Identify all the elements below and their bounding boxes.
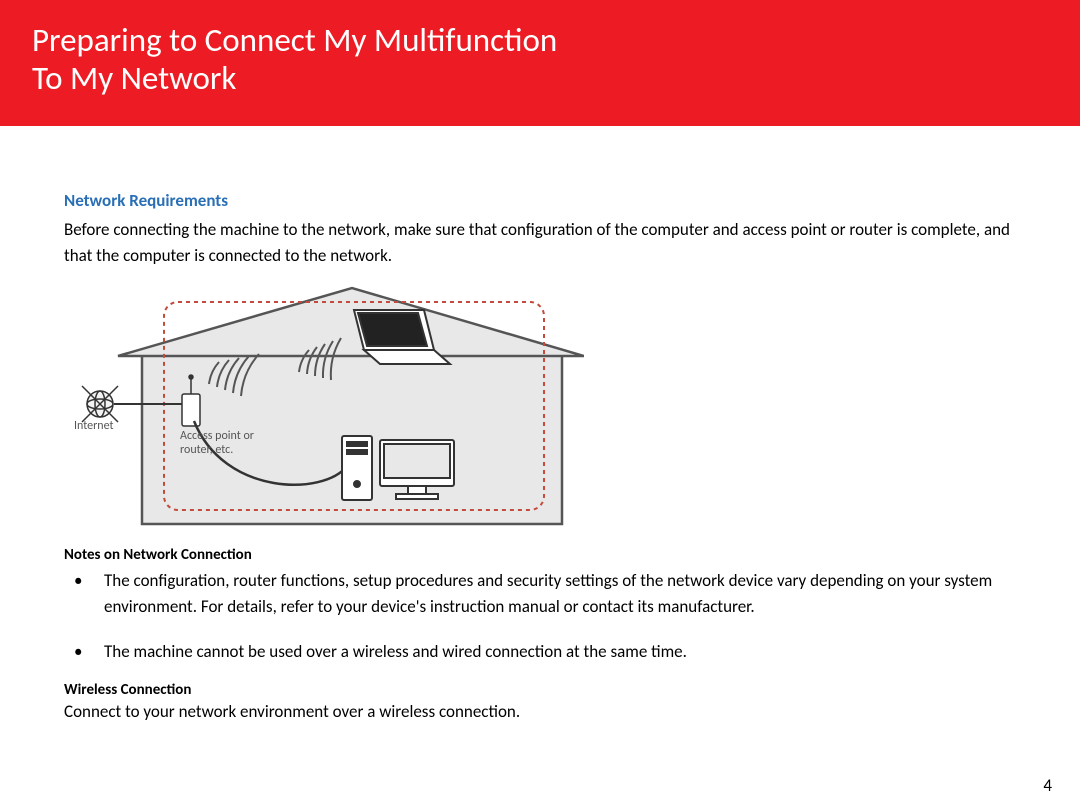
slide-body-area: Network Requirements Before connecting t… xyxy=(0,126,1080,810)
internet-icon xyxy=(82,386,118,422)
network-requirements-header: Network Requirements xyxy=(64,190,1040,211)
content-column: Network Requirements Before connecting t… xyxy=(64,190,1040,724)
intro-paragraph: Before connecting the machine to the net… xyxy=(64,217,1040,268)
note-item: The machine cannot be used over a wirele… xyxy=(64,639,1040,665)
network-diagram-wrap: Internet Access point or router, etc. xyxy=(64,286,1040,532)
access-point-label: Access point or router, etc. xyxy=(180,430,280,458)
slide-title: Preparing to Connect My Multifunction To… xyxy=(32,22,1048,98)
network-diagram-svg xyxy=(64,286,584,532)
page-number: 4 xyxy=(1043,775,1052,796)
desktop-tower-icon xyxy=(342,436,372,500)
notes-on-network-header: Notes on Network Connection xyxy=(64,546,1040,564)
network-diagram: Internet Access point or router, etc. xyxy=(64,286,584,532)
internet-label: Internet xyxy=(74,420,114,434)
slide-title-line1: Preparing to Connect My Multifunction xyxy=(32,22,1048,60)
note-item: The configuration, router functions, set… xyxy=(64,568,1040,619)
slide-title-line2: To My Network xyxy=(32,60,1048,98)
wireless-connection-text: Connect to your network environment over… xyxy=(64,699,1040,725)
wireless-connection-header: Wireless Connection xyxy=(64,681,1040,699)
slide-page: Preparing to Connect My Multifunction To… xyxy=(0,0,1080,810)
notes-list: The configuration, router functions, set… xyxy=(64,568,1040,665)
